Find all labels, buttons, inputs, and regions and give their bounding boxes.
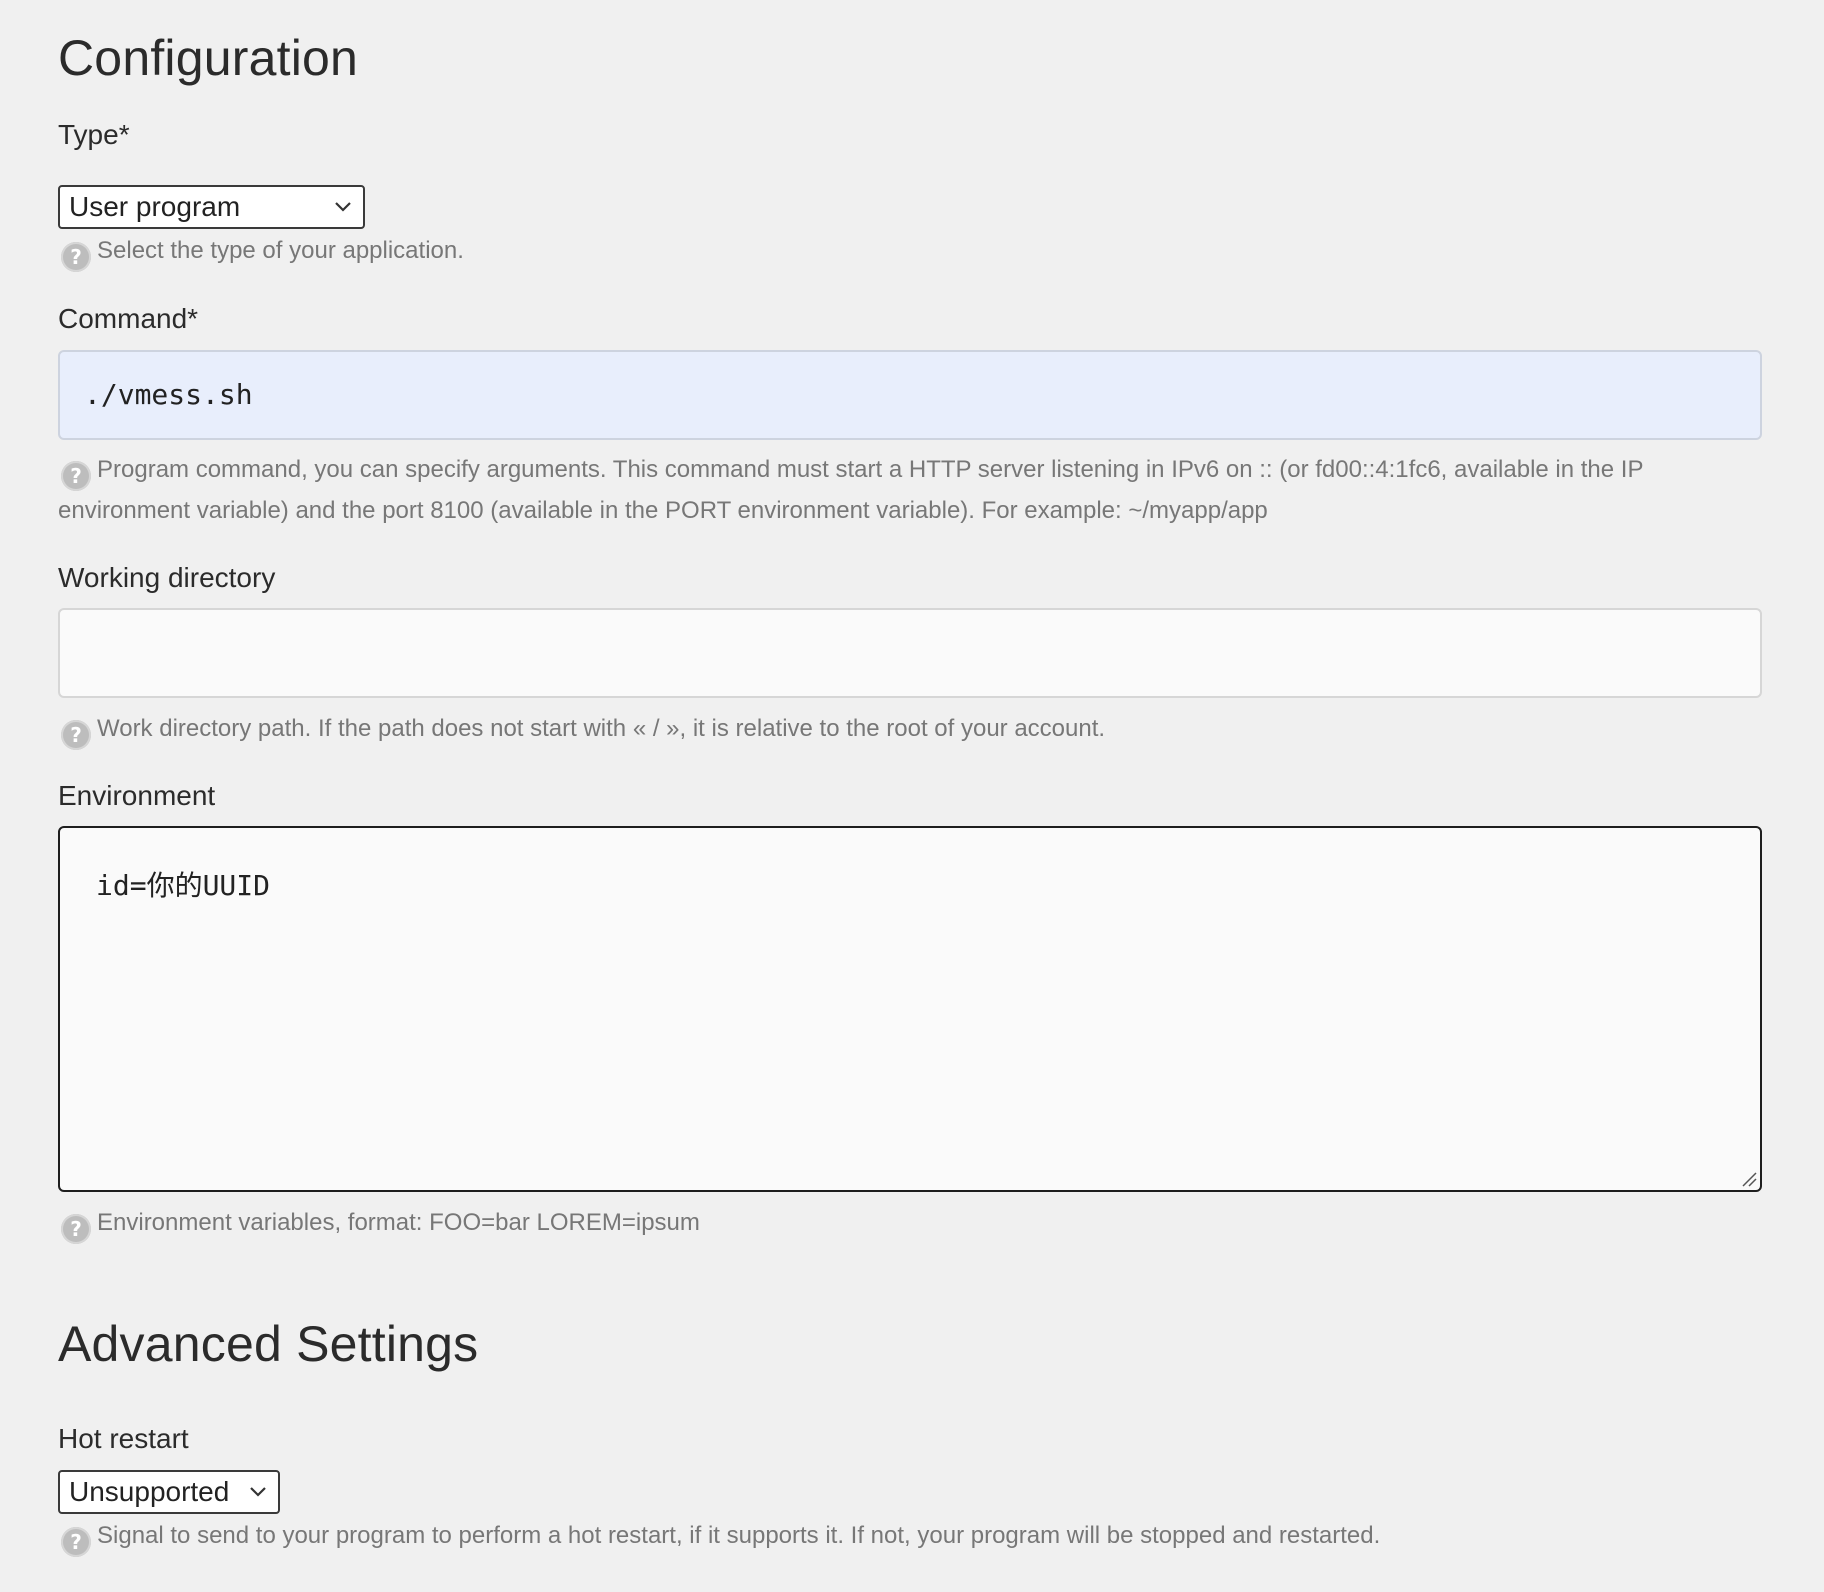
command-help-text: Program command, you can specify argumen… [58,456,1644,524]
type-help: ? Select the type of your application. [58,231,1762,272]
environment-textarea-value: id=你的UUID [96,869,271,902]
hot-restart-select-value: Unsupported [69,1476,230,1507]
environment-help-text: Environment variables, format: FOO=bar L… [97,1209,700,1236]
working-directory-label: Working directory [58,562,276,593]
working-directory-input[interactable] [58,608,1762,698]
command-help: ? Program command, you can specify argume… [58,450,1762,531]
chevron-down-icon [250,1487,266,1497]
hot-restart-help-text: Signal to send to your program to perfor… [97,1522,1381,1549]
question-circle-icon: ? [61,1527,91,1557]
hot-restart-label: Hot restart [58,1423,189,1454]
type-help-text: Select the type of your application. [97,237,464,264]
chevron-down-icon [335,202,351,212]
command-label: Command* [58,303,199,334]
command-input[interactable]: ./vmess.sh [58,350,1762,440]
type-select[interactable]: User program [58,185,365,229]
hot-restart-help: ? Signal to send to your program to perfo… [58,1516,1762,1557]
question-circle-icon: ? [61,1214,91,1244]
hot-restart-select[interactable]: Unsupported [58,1470,280,1514]
configuration-title: Configuration [58,30,359,86]
type-select-value: User program [69,191,241,222]
advanced-settings-title: Advanced Settings [58,1316,479,1372]
type-label: Type* [58,119,130,150]
working-directory-help-text: Work directory path. If the path does no… [97,715,1106,742]
question-circle-icon: ? [61,720,91,750]
question-circle-icon: ? [61,242,91,272]
resize-grip-icon[interactable] [1741,1171,1757,1187]
environment-label: Environment [58,780,216,811]
question-circle-icon: ? [61,461,91,491]
working-directory-help: ? Work directory path. If the path does n… [58,709,1762,750]
environment-textarea[interactable]: id=你的UUID [58,826,1762,1192]
environment-help: ? Environment variables, format: FOO=bar … [58,1203,1762,1244]
